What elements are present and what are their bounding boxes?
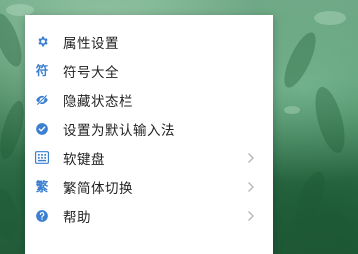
chevron-right-icon <box>248 210 254 221</box>
menu-item-soft-keyboard[interactable]: 软键盘 <box>25 143 273 172</box>
traditional-simplified-glyph-icon: 繁 <box>35 178 49 194</box>
symbol-glyph-icon: 符 <box>35 62 49 78</box>
gear-icon <box>35 35 49 49</box>
chevron-right-icon <box>248 181 254 192</box>
chevron-right-icon <box>248 152 254 163</box>
menu-item-label: 属性设置 <box>63 35 119 52</box>
menu-item-set-default-ime[interactable]: 设置为默认输入法 <box>25 114 273 143</box>
menu-item-help[interactable]: 帮助 <box>25 201 273 230</box>
menu-item-symbols[interactable]: 符 符号大全 <box>25 56 273 85</box>
context-menu: 属性设置 符 符号大全 隐藏状态栏 设置为默认输入法 软键盘 繁 繁简体切换 帮… <box>25 15 273 254</box>
help-icon <box>35 209 49 223</box>
menu-item-label: 繁简体切换 <box>63 180 133 197</box>
keyboard-icon <box>35 151 49 165</box>
menu-item-label: 符号大全 <box>63 64 119 81</box>
menu-item-settings[interactable]: 属性设置 <box>25 27 273 56</box>
menu-item-label: 软键盘 <box>63 151 105 168</box>
menu-item-label: 帮助 <box>63 209 91 226</box>
default-ime-icon <box>35 122 49 136</box>
menu-item-traditional-simplified[interactable]: 繁 繁简体切换 <box>25 172 273 201</box>
menu-item-label: 设置为默认输入法 <box>63 122 175 139</box>
menu-item-hide-status-bar[interactable]: 隐藏状态栏 <box>25 85 273 114</box>
menu-item-label: 隐藏状态栏 <box>63 93 133 110</box>
eye-hidden-icon <box>35 93 49 107</box>
